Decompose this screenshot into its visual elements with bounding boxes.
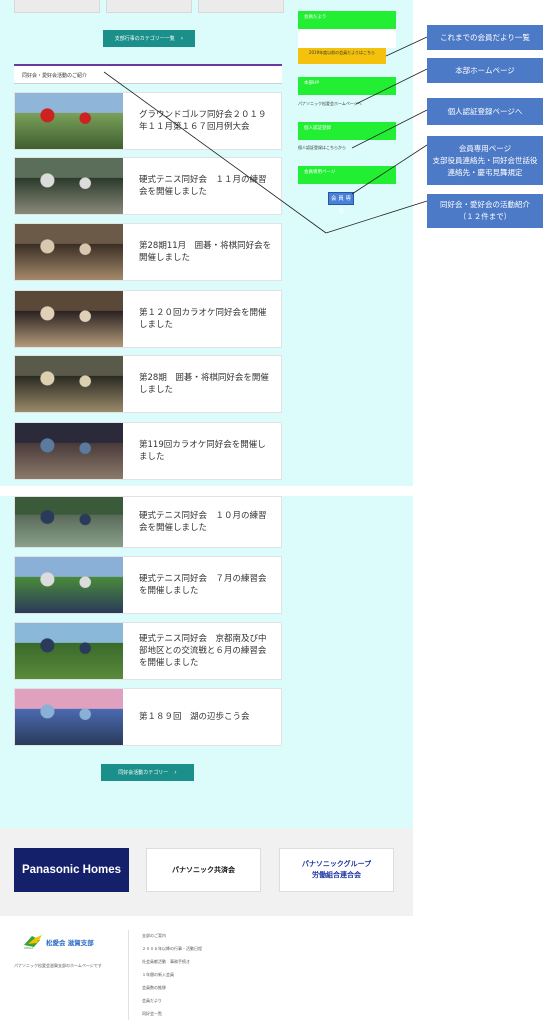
annotation-text-1: これまでの会員だより一覧	[440, 33, 530, 42]
annotation-line-4	[351, 144, 428, 195]
category-list-button-bottom[interactable]: 同好会活動カテゴリー ›	[101, 764, 194, 781]
footer-link[interactable]: ２００６年以降の行事・活動日程	[142, 946, 202, 952]
annotation-text-4: 会員専用ページ 支部役員連絡先・同好会世話役連絡先・慶弔見舞規定	[432, 143, 538, 177]
activity-photo[interactable]	[15, 497, 123, 547]
annotation-callout-5: 同好会・愛好会の活動紹介 （１２件まで）	[427, 194, 543, 228]
activity-title[interactable]: 硬式テニス同好会 １０月の練習会を開催しました	[139, 497, 273, 547]
union-logo-line2: 労働組合連合会	[312, 871, 361, 879]
union-logo[interactable]: パナソニックグループ 労働組合連合会	[279, 848, 394, 892]
union-logo-text: パナソニックグループ 労働組合連合会	[302, 859, 371, 881]
annotation-line-1	[385, 36, 428, 57]
activity-title-text: 第28期 囲碁・将棋同好会を開催しました	[139, 373, 269, 395]
activity-title-text: 硬式テニス同好会 １０月の練習会を開催しました	[139, 511, 267, 533]
annotation-callout-1: これまでの会員だより一覧	[427, 25, 543, 50]
activity-title[interactable]: 第119回カラオケ同好会を開催しました	[139, 423, 273, 479]
annotation-callout-3: 個人認証登録ページへ	[427, 98, 543, 125]
activity-photo[interactable]	[15, 356, 123, 412]
activity-card[interactable]: 第28期 囲碁・将棋同好会を開催しました	[14, 355, 282, 413]
activity-card[interactable]: 第１８９回 湖の辺歩こう会	[14, 688, 282, 746]
activity-title[interactable]: 第１８９回 湖の辺歩こう会	[139, 689, 273, 745]
activity-title[interactable]: 硬式テニス同好会 京都南及び中部地区との交流戦と６月の練習会を開催しました	[139, 623, 273, 679]
svg-text:SHIGA: SHIGA	[24, 946, 34, 949]
annotation-callout-4: 会員専用ページ 支部役員連絡先・同好会世話役連絡先・慶弔見舞規定	[427, 136, 543, 185]
annotation-line-5b	[103, 71, 327, 234]
activity-title[interactable]: 第28期 囲碁・将棋同好会を開催しました	[139, 356, 273, 412]
shoaikai-logo-icon: SHIGA	[24, 935, 42, 949]
activity-title-text: 硬式テニス同好会 ７月の練習会を開催しました	[139, 574, 267, 596]
footer-logo-text[interactable]: 松愛会 滋賀支部	[46, 937, 94, 947]
annotation-text-2: 本部ホームページ	[455, 66, 515, 75]
footer-description: パナソニック松愛会滋賀支部のホームページです	[14, 963, 102, 968]
activity-photo[interactable]	[15, 423, 123, 479]
kyosaikai-logo-text: パナソニック共済会	[172, 866, 235, 874]
annotation-line-2	[355, 68, 428, 105]
footer-link[interactable]: １年間の新入会員	[142, 972, 174, 978]
activity-title[interactable]: 硬式テニス同好会 ７月の練習会を開催しました	[139, 557, 273, 613]
annotation-callout-2: 本部ホームページ	[427, 58, 543, 83]
footer-link[interactable]: 支部のご案内	[142, 933, 166, 939]
annotation-text-5: 同好会・愛好会の活動紹介 （１２件まで）	[440, 200, 530, 221]
activity-card[interactable]: 第119回カラオケ同好会を開催しました	[14, 422, 282, 480]
panasonic-homes-logo[interactable]: Panasonic Homes	[14, 848, 129, 892]
annotation-line-3	[351, 109, 428, 149]
panasonic-homes-logo-text: Panasonic Homes	[21, 864, 122, 876]
activity-card[interactable]: 硬式テニス同好会 京都南及び中部地区との交流戦と６月の練習会を開催しました	[14, 622, 282, 680]
footer-divider	[128, 930, 129, 1020]
activity-title-text: 硬式テニス同好会 京都南及び中部地区との交流戦と６月の練習会を開催しました	[139, 634, 267, 668]
activity-photo[interactable]	[15, 557, 123, 613]
activity-photo[interactable]	[15, 689, 123, 745]
activity-title-text: 第１８９回 湖の辺歩こう会	[139, 712, 250, 722]
category-list-button-bottom-label: 同好会活動カテゴリー	[118, 770, 169, 776]
kyosaikai-logo[interactable]: パナソニック共済会	[146, 848, 261, 892]
chevron-right-icon: ›	[174, 769, 177, 776]
footer-link[interactable]: 社会貢献活動 事務手続き	[142, 959, 190, 965]
activity-card[interactable]: 硬式テニス同好会 ７月の練習会を開催しました	[14, 556, 282, 614]
annotation-text-3: 個人認証登録ページへ	[447, 107, 523, 116]
activity-card[interactable]: 硬式テニス同好会 １０月の練習会を開催しました	[14, 496, 282, 548]
union-logo-line1: パナソニックグループ	[301, 860, 372, 868]
footer-link[interactable]: 会員数の推移	[142, 985, 166, 991]
activity-title-text: 第１２０回カラオケ同好会を開催しました	[139, 308, 267, 330]
annotation-line-5a	[325, 200, 428, 234]
activity-photo[interactable]	[15, 623, 123, 679]
footer-link[interactable]: 会員だより	[142, 998, 162, 1004]
activity-title-text: 第119回カラオケ同好会を開催しました	[139, 440, 266, 462]
footer-link[interactable]: 同好会一覧	[142, 1011, 162, 1017]
